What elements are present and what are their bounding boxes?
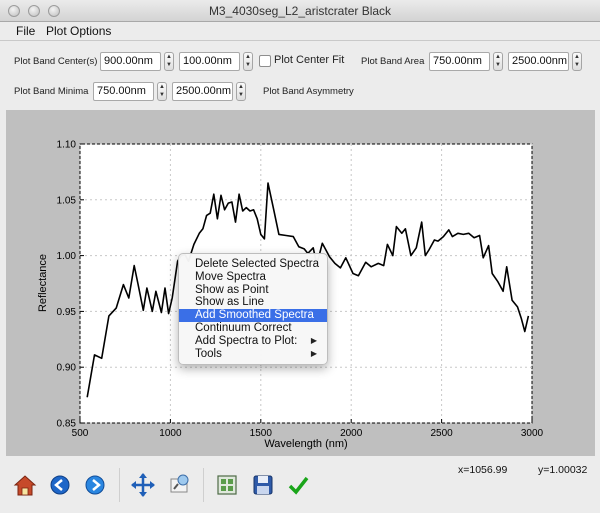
band-minima-label: Plot Band Minima (14, 86, 89, 97)
band-center-min-field[interactable]: 900.00nm (100, 52, 161, 71)
band-minima-min-stepper[interactable]: ▲ ▼ (157, 82, 167, 101)
context-menu-item[interactable]: Delete Selected Spectra (179, 258, 327, 271)
band-area-max-field[interactable]: 2500.00nm (508, 52, 569, 71)
subplots-icon[interactable] (212, 470, 242, 500)
y-tick-label: 1.05 (57, 195, 77, 206)
center-fit-checkbox[interactable] (259, 55, 271, 67)
band-minima-max-stepper[interactable]: ▲ ▼ (236, 82, 246, 101)
menu-bar: File Plot Options (0, 22, 600, 41)
context-menu-item-label: Delete Selected Spectra (195, 258, 320, 270)
minimize-window-button[interactable] (28, 5, 40, 17)
context-menu-item[interactable]: Show as Line (179, 296, 327, 309)
context-menu-item[interactable]: Tools ▶ (179, 348, 327, 361)
save-icon[interactable] (248, 470, 278, 500)
band-area-label: Plot Band Area (361, 56, 425, 67)
context-menu: Delete Selected Spectra Move Spectra Show … (178, 253, 328, 365)
context-menu-item[interactable]: Show as Point (179, 284, 327, 297)
y-tick-label: 1.10 (57, 140, 77, 151)
x-tick-label: 500 (72, 428, 89, 439)
cursor-y-readout: y=1.00032 (538, 464, 588, 476)
context-menu-item-label: Show as Point (195, 283, 269, 296)
y-tick-label: 1.00 (57, 251, 77, 262)
back-arrow-icon[interactable] (45, 470, 75, 500)
pan-icon[interactable] (128, 470, 158, 500)
band-center-min-stepper[interactable]: ▲ ▼ (164, 52, 174, 71)
x-tick-label: 3000 (521, 428, 544, 439)
forward-arrow-icon[interactable] (80, 470, 110, 500)
band-center-max-field[interactable]: 100.00nm (179, 52, 240, 71)
home-icon[interactable] (10, 470, 40, 500)
check-icon[interactable] (283, 470, 313, 500)
band-area-max-stepper[interactable]: ▲ ▼ (572, 52, 582, 71)
menu-file[interactable]: File (16, 24, 35, 38)
zoom-window-button[interactable] (48, 5, 60, 17)
center-fit-label: Plot Center Fit (274, 54, 345, 66)
x-tick-label: 2500 (430, 428, 453, 439)
submenu-arrow-icon: ▶ (310, 335, 317, 345)
context-menu-item[interactable]: Move Spectra (179, 271, 327, 284)
context-menu-item-label: Add Spectra to Plot: (195, 334, 298, 347)
band-area-min-field[interactable]: 750.00nm (429, 52, 490, 71)
zoom-icon[interactable] (165, 470, 195, 500)
toolbar-separator (119, 468, 120, 502)
context-menu-item-label: Tools (195, 347, 222, 360)
navigation-toolbar: x=1056.99 y=1.00032 (0, 460, 600, 513)
context-menu-item-label: Move Spectra (195, 270, 266, 283)
close-window-button[interactable] (8, 5, 20, 17)
y-axis-label: Reflectance (37, 254, 49, 312)
x-tick-label: 1000 (159, 428, 182, 439)
x-axis-label: Wavelength (nm) (264, 438, 347, 450)
window-title: M3_4030seg_L2_aristcrater Black (208, 4, 392, 18)
y-tick-label: 0.85 (57, 419, 77, 430)
context-menu-item-label: Add Smoothed Spectra (195, 309, 314, 322)
y-tick-label: 0.95 (57, 307, 77, 318)
context-menu-item[interactable]: Add Smoothed Spectra (179, 309, 327, 322)
context-menu-item-label: Show as Line (195, 296, 265, 309)
band-minima-min-field[interactable]: 750.00nm (93, 82, 154, 101)
toolbar-separator (203, 468, 204, 502)
cursor-x-readout: x=1056.99 (458, 464, 508, 476)
band-asymmetry-label[interactable]: Plot Band Asymmetry (263, 86, 354, 97)
submenu-arrow-icon: ▶ (310, 348, 317, 358)
context-menu-item[interactable]: Continuum Correct (179, 322, 327, 335)
y-tick-label: 0.90 (57, 363, 77, 374)
band-minima-max-field[interactable]: 2500.00nm (172, 82, 233, 101)
context-menu-item-label: Continuum Correct (195, 321, 292, 334)
band-center-max-stepper[interactable]: ▲ ▼ (243, 52, 253, 71)
band-area-min-stepper[interactable]: ▲ ▼ (493, 52, 503, 71)
context-menu-item[interactable]: Add Spectra to Plot: ▶ (179, 335, 327, 348)
menu-plot-options[interactable]: Plot Options (46, 24, 111, 38)
window-title-bar: M3_4030seg_L2_aristcrater Black (0, 0, 600, 22)
band-center-label: Plot Band Center(s) (14, 56, 98, 67)
